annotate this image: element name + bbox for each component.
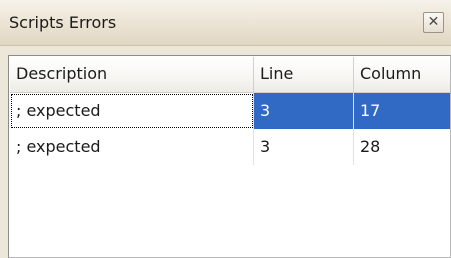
cell-line: 3: [254, 129, 354, 165]
cell-line: 3: [254, 93, 354, 129]
column-header-description[interactable]: Description: [10, 57, 254, 92]
table-row[interactable]: ; expected 3 28: [10, 129, 450, 165]
close-button[interactable]: ✕: [423, 12, 444, 33]
scripts-errors-panel: Scripts Errors ✕ Description Line Column…: [0, 0, 451, 258]
table-row[interactable]: ; expected 3 17: [10, 93, 450, 129]
column-header-line[interactable]: Line: [254, 57, 354, 92]
close-icon: ✕: [427, 14, 440, 30]
cell-column: 28: [360, 137, 381, 156]
panel-titlebar[interactable]: Scripts Errors ✕: [0, 0, 451, 46]
cell-column: 17: [354, 93, 450, 129]
column-header-row: Description Line Column: [10, 57, 450, 93]
cell-description: ; expected: [10, 129, 254, 165]
panel-title: Scripts Errors: [9, 13, 117, 32]
cell-description: ; expected: [10, 93, 254, 129]
column-header-column[interactable]: Column: [354, 57, 450, 92]
errors-list[interactable]: Description Line Column ; expected 3 17 …: [8, 55, 451, 258]
